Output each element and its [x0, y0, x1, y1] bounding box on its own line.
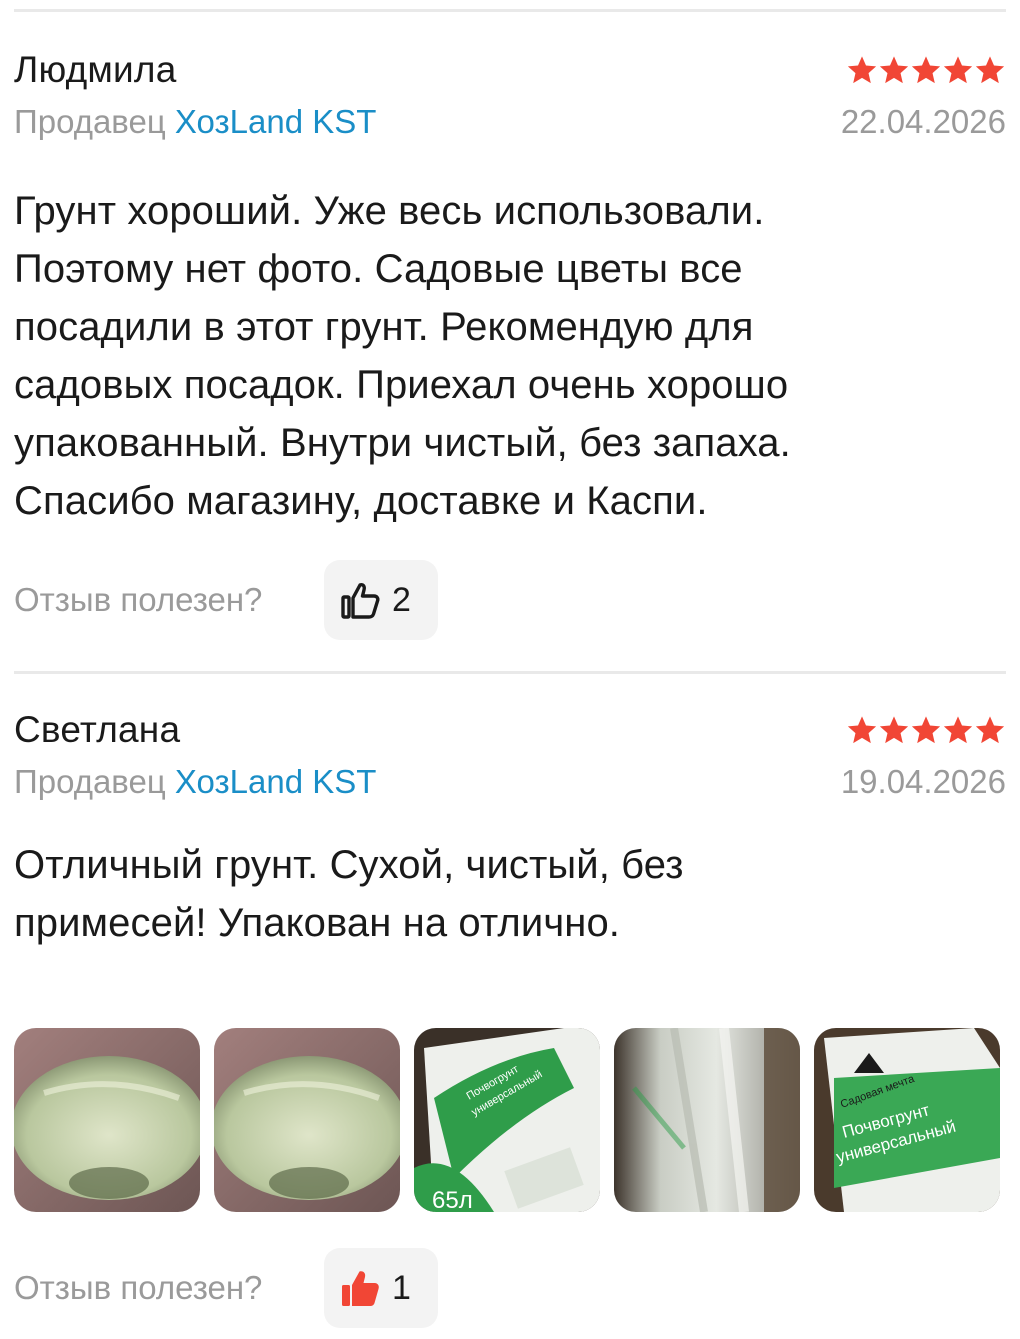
review-date: 19.04.2026 [840, 763, 1006, 800]
star-icon [879, 56, 909, 84]
review-photo[interactable] [614, 1028, 800, 1212]
helpful-row: Отзыв полезен? 1 [14, 1248, 1006, 1328]
star-icon [975, 716, 1005, 744]
like-button[interactable]: 2 [324, 560, 438, 640]
review-text-line: примесей! Упакован на отлично. [14, 901, 621, 945]
reviews-page: Людмила Продавец ХозLand KST 22.04.2026 … [0, 0, 1020, 1339]
rating-stars [846, 714, 1006, 746]
review-author: Людмила [14, 49, 177, 90]
seller-link[interactable]: ХозLand KST [175, 103, 377, 140]
review-text: Отличный грунт. Сухой, чистый, без приме… [14, 836, 1006, 952]
review-text-line: садовых посадок. Приехал очень хорошо [14, 363, 789, 407]
sack-closeup-photo-icon [614, 1028, 800, 1212]
review-photo[interactable] [14, 1028, 200, 1212]
like-count: 2 [392, 580, 411, 619]
review-photo[interactable]: Садовая мечта Почвогрунт универсальный [814, 1028, 1000, 1212]
star-icon [943, 56, 973, 84]
review-photo[interactable]: Почвогрунт универсальный 65л [414, 1028, 600, 1212]
star-icon [847, 56, 877, 84]
sack-photo-icon [214, 1028, 400, 1212]
review-date: 22.04.2026 [840, 103, 1006, 140]
helpful-label: Отзыв полезен? [14, 1269, 263, 1306]
review-text-line: Поэтому нет фото. Садовые цветы все [14, 247, 743, 291]
review-card: Людмила Продавец ХозLand KST 22.04.2026 … [14, 48, 1006, 640]
review-text-line: Грунт хороший. Уже весь использовали. [14, 189, 765, 233]
review-photos: Почвогрунт универсальный 65л Садовая меч… [14, 1028, 1006, 1212]
star-icon [847, 716, 877, 744]
thumbs-up-outline-icon [341, 583, 380, 619]
star-icon [879, 716, 909, 744]
review-text-line: упакованный. Внутри чистый, без запаха. [14, 421, 791, 465]
review-photo[interactable] [214, 1028, 400, 1212]
star-icon [911, 716, 941, 744]
review-author: Светлана [14, 709, 181, 750]
review-text-line: посадили в этот грунт. Рекомендую для [14, 305, 754, 349]
thumbs-up-filled-icon [342, 1271, 379, 1306]
star-icon [975, 56, 1005, 84]
star-icon [911, 56, 941, 84]
helpful-row: Отзыв полезен? 2 [14, 560, 1006, 640]
divider [14, 9, 1006, 12]
sack-photo-icon [14, 1028, 200, 1212]
review-card: Светлана Продавец ХозLand KST 19.04.2026… [14, 708, 1006, 1328]
seller-link[interactable]: ХозLand KST [175, 763, 377, 800]
bag-volume: 65л [432, 1187, 473, 1212]
review-text-line: Спасибо магазину, доставке и Каспи. [14, 479, 708, 523]
seller-line: Продавец ХозLand KST [14, 103, 376, 141]
seller-prefix: Продавец [14, 103, 166, 140]
divider [14, 671, 1006, 674]
helpful-label: Отзыв полезен? [14, 581, 263, 618]
like-button-active[interactable]: 1 [324, 1248, 438, 1328]
review-text-line: Отличный грунт. Сухой, чистый, без [14, 843, 684, 887]
like-count: 1 [392, 1268, 411, 1307]
review-text: Грунт хороший. Уже весь использовали. По… [14, 182, 1006, 530]
soil-bag-photo-icon: Почвогрунт универсальный 65л [414, 1028, 600, 1212]
seller-prefix: Продавец [14, 763, 166, 800]
soil-bag-photo-icon: Садовая мечта Почвогрунт универсальный [814, 1028, 1000, 1212]
rating-stars [846, 54, 1006, 86]
star-icon [943, 716, 973, 744]
seller-line: Продавец ХозLand KST [14, 763, 376, 801]
